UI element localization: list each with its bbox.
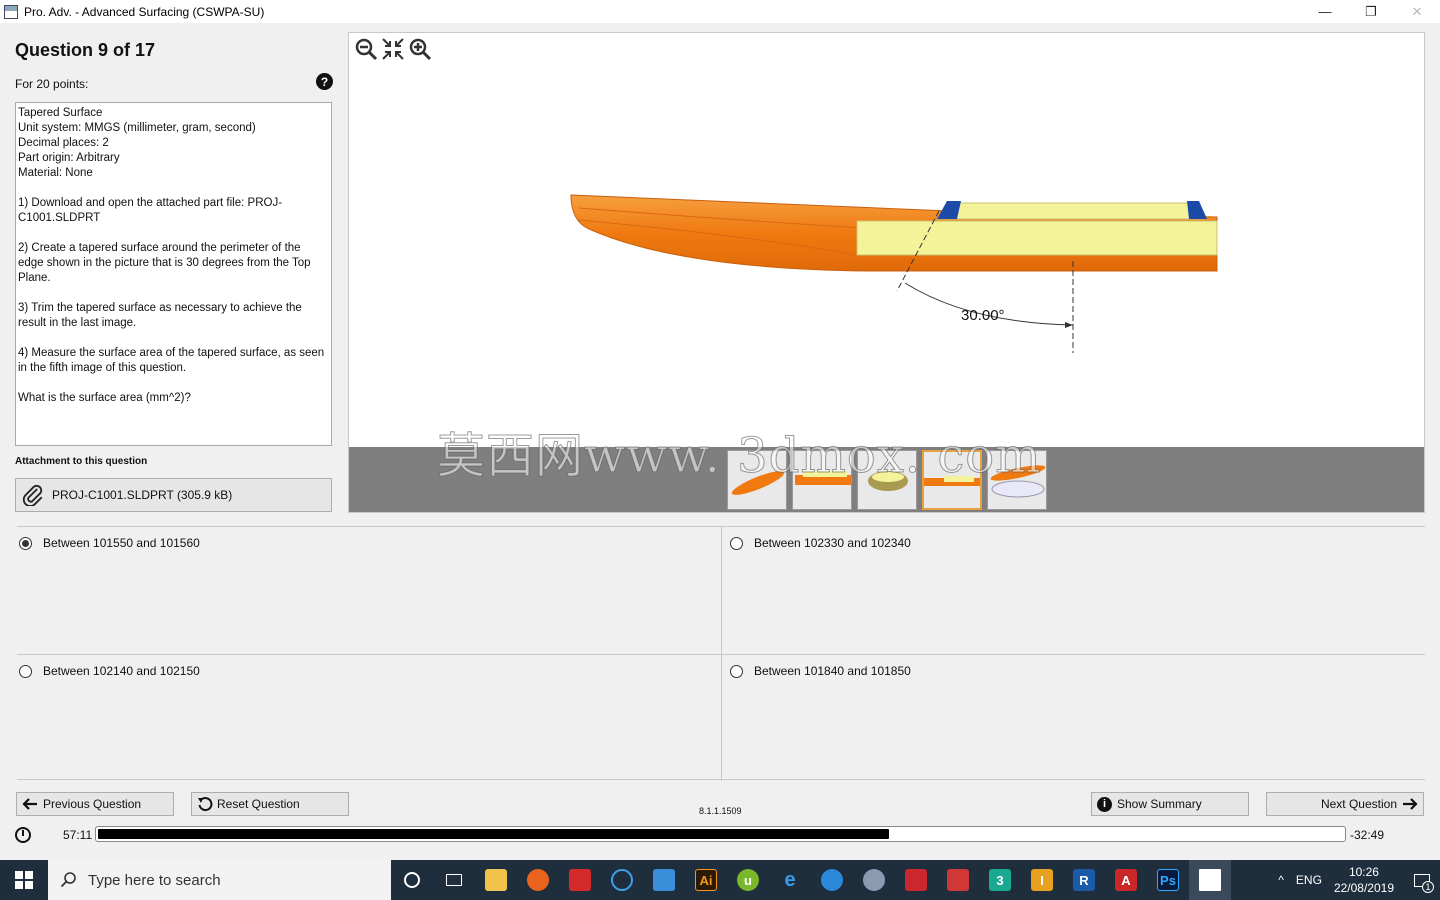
part-render: 30.00°	[570, 194, 1218, 353]
minimize-button[interactable]: —	[1302, 0, 1348, 23]
windows-start-button[interactable]	[0, 860, 48, 900]
question-title: Question 9 of 17	[15, 40, 156, 60]
answer-radio-2[interactable]	[730, 537, 743, 550]
chevron-up-icon[interactable]: ^	[1278, 873, 1284, 887]
time-progress-fill	[98, 829, 889, 839]
clock-icon	[15, 827, 31, 843]
sketchup-red-icon[interactable]	[895, 860, 937, 900]
answer-option-3[interactable]: Between 102140 and 102150	[17, 655, 721, 782]
sketchup-icon[interactable]	[559, 860, 601, 900]
taskbar-time: 10:26	[1348, 865, 1379, 879]
app-wave-icon[interactable]	[811, 860, 853, 900]
app-blue-circle-icon[interactable]	[601, 860, 643, 900]
search-placeholder: Type here to search	[88, 871, 221, 889]
attachment-label: Attachment to this question	[15, 456, 148, 467]
answer-label-3: Between 102140 and 102150	[43, 664, 200, 678]
photoshop-icon[interactable]: Ps	[1147, 860, 1189, 900]
elapsed-time: 57:11	[63, 828, 93, 842]
arrow-right-icon	[1403, 798, 1418, 810]
taskbar: Type here to search Ai u e 3 I R A Ps ^ …	[0, 860, 1440, 900]
watermark-text: 莫西网www. 3dmox. com	[437, 428, 1042, 485]
reset-question-button[interactable]: Reset Question	[191, 792, 349, 816]
question-panel: Question 9 of 17 For 20 points: ? Tapere…	[0, 23, 340, 523]
window-title: Pro. Adv. - Advanced Surfacing (CSWPA-SU…	[24, 4, 265, 19]
deck-block	[856, 220, 1218, 256]
notification-count: 1	[1422, 881, 1434, 893]
illustrator-icon[interactable]: Ai	[685, 860, 727, 900]
show-summary-label: Show Summary	[1117, 797, 1202, 811]
answer-grid: Between 101550 and 101560 Between 102330…	[17, 526, 1425, 782]
angle-dimension: 30.00°	[961, 307, 1005, 324]
taskbar-search[interactable]: Type here to search	[48, 860, 391, 900]
app-sphere-icon[interactable]	[853, 860, 895, 900]
points-label: For 20 points:	[15, 77, 89, 91]
next-question-button[interactable]: Next Question	[1266, 792, 1424, 816]
image-viewer: 30.00° 莫西网www. 3dmox. com	[348, 32, 1425, 513]
cortana-icon[interactable]	[391, 860, 433, 900]
revit-icon[interactable]: R	[1063, 860, 1105, 900]
app-red-fold-icon[interactable]	[937, 860, 979, 900]
app-window-icon[interactable]	[643, 860, 685, 900]
previous-question-button[interactable]: Previous Question	[16, 792, 174, 816]
search-icon	[60, 872, 76, 888]
answer-radio-4[interactable]	[730, 665, 743, 678]
info-icon: i	[1097, 796, 1112, 812]
answer-option-4[interactable]: Between 101840 and 101850	[728, 655, 1432, 782]
arrow-left-icon	[22, 798, 37, 810]
time-progress-bar	[95, 826, 1346, 842]
firefox-icon[interactable]	[517, 860, 559, 900]
3dsmax-icon[interactable]: 3	[979, 860, 1021, 900]
next-question-label: Next Question	[1320, 797, 1397, 811]
reset-question-label: Reset Question	[217, 797, 300, 811]
close-button[interactable]: ✕	[1394, 0, 1440, 23]
question-text: Tapered Surface Unit system: MMGS (milli…	[15, 102, 332, 446]
answer-label-4: Between 101840 and 101850	[754, 664, 911, 678]
inventor-icon[interactable]: I	[1021, 860, 1063, 900]
show-summary-button[interactable]: i Show Summary	[1091, 792, 1249, 816]
help-icon[interactable]: ?	[316, 73, 333, 90]
answer-option-1[interactable]: Between 101550 and 101560	[17, 527, 721, 654]
answer-radio-3[interactable]	[19, 665, 32, 678]
edge-icon[interactable]: e	[769, 860, 811, 900]
utorrent-icon[interactable]: u	[727, 860, 769, 900]
file-explorer-icon[interactable]	[475, 860, 517, 900]
taskbar-clock[interactable]: 10:26 22/08/2019	[1334, 864, 1394, 896]
language-indicator[interactable]: ENG	[1296, 873, 1322, 887]
taskbar-date: 22/08/2019	[1333, 881, 1394, 895]
answer-option-2[interactable]: Between 102330 and 102340	[728, 527, 1432, 654]
task-view-icon[interactable]	[433, 860, 475, 900]
restore-button[interactable]: ❐	[1348, 0, 1394, 23]
autocad-icon[interactable]: A	[1105, 860, 1147, 900]
version-label: 8.1.1.1509	[699, 806, 742, 816]
answer-label-2: Between 102330 and 102340	[754, 536, 911, 550]
previous-question-label: Previous Question	[43, 797, 142, 811]
paperclip-icon	[22, 484, 43, 506]
title-bar: Pro. Adv. - Advanced Surfacing (CSWPA-SU…	[0, 0, 1440, 23]
system-tray: ^ ENG 10:26 22/08/2019 1	[1278, 860, 1440, 900]
attachment-filename: PROJ-C1001.SLDPRT (305.9 kB)	[52, 488, 233, 502]
answer-radio-1[interactable]	[19, 537, 32, 550]
window-controls: — ❐ ✕	[1302, 0, 1440, 23]
windows-logo-icon	[15, 871, 33, 889]
exam-app-icon[interactable]	[1189, 860, 1231, 900]
app-icon	[4, 4, 18, 19]
answer-label-1: Between 101550 and 101560	[43, 536, 200, 550]
remaining-time: -32:49	[1350, 828, 1385, 842]
attachment-button[interactable]: PROJ-C1001.SLDPRT (305.9 kB)	[15, 478, 332, 512]
reset-icon	[198, 797, 213, 812]
notification-icon[interactable]: 1	[1404, 860, 1440, 900]
answer-divider-horizontal	[17, 654, 1425, 655]
